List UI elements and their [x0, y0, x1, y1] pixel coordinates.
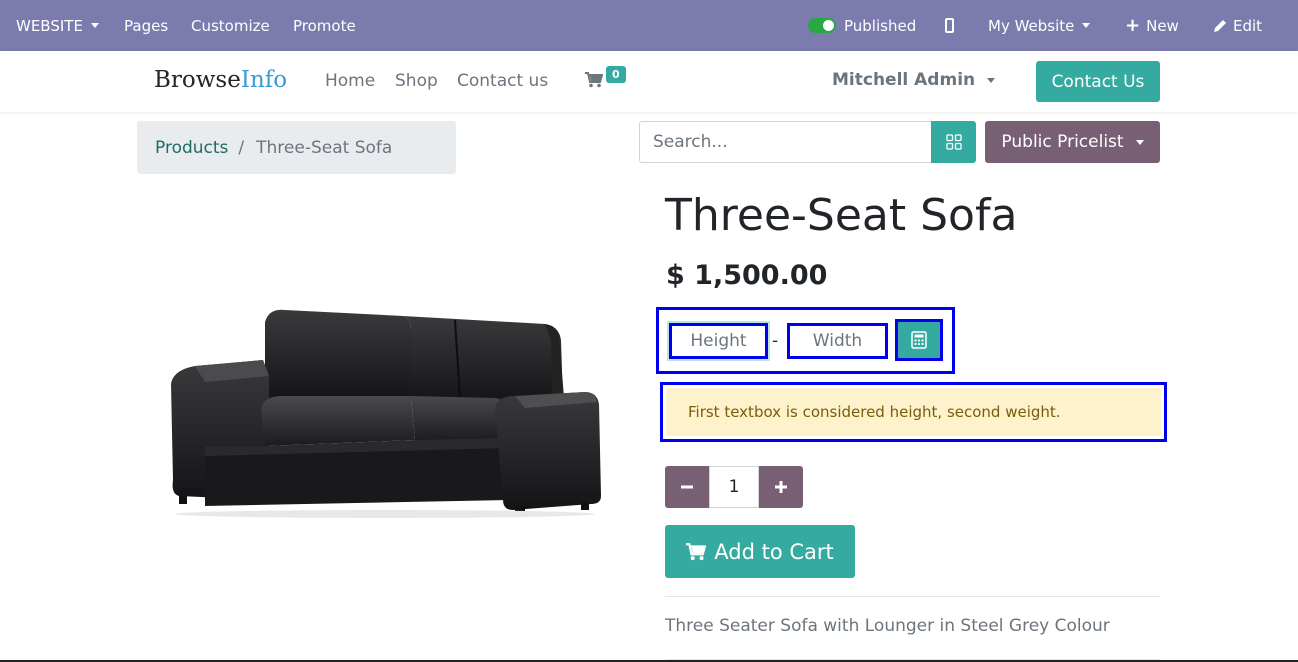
caret-down-icon — [90, 23, 99, 28]
edit-button[interactable]: Edit — [1213, 0, 1262, 51]
pages-menu[interactable]: Pages — [124, 0, 168, 51]
published-toggle[interactable]: Published — [808, 0, 916, 51]
my-website-label: My Website — [988, 16, 1075, 35]
calculate-button[interactable] — [895, 319, 943, 361]
minus-icon — [681, 485, 693, 489]
nav-home[interactable]: Home — [325, 71, 375, 91]
product-title: Three-Seat Sofa — [665, 190, 1018, 241]
product-price: $ 1,500.00 — [666, 260, 828, 291]
new-label: New — [1146, 16, 1179, 35]
add-to-cart-label: Add to Cart — [714, 539, 834, 564]
caret-down-icon — [1082, 23, 1091, 28]
mobile-preview-button[interactable] — [945, 0, 954, 51]
caret-down-icon — [987, 77, 996, 83]
admin-bar: WEBSITE Pages Customize Promote Publishe… — [0, 0, 1298, 51]
pricelist-dropdown[interactable]: Public Pricelist — [985, 121, 1160, 163]
dimension-hint-alert: First textbox is considered height, seco… — [660, 382, 1167, 442]
pricelist-label: Public Pricelist — [1001, 132, 1124, 152]
my-website-menu[interactable]: My Website — [988, 0, 1091, 51]
breadcrumb: Products / Three-Seat Sofa — [137, 121, 456, 174]
nav-shop[interactable]: Shop — [395, 71, 438, 91]
pencil-icon — [1213, 19, 1227, 33]
logo-text-info: Info — [240, 67, 288, 93]
shopping-cart-icon — [585, 72, 603, 88]
plus-icon: + — [1125, 14, 1141, 36]
dimension-hint-text: First textbox is considered height, seco… — [666, 388, 1161, 436]
quantity-decrease-button[interactable] — [665, 466, 709, 508]
published-label: Published — [844, 16, 917, 35]
contact-us-button[interactable]: Contact Us — [1036, 61, 1160, 102]
customize-menu[interactable]: Customize — [191, 0, 270, 51]
user-menu[interactable]: Mitchell Admin — [832, 70, 996, 90]
new-button[interactable]: + New — [1125, 0, 1179, 51]
product-description: Three Seater Sofa with Lounger in Steel … — [665, 616, 1110, 636]
toggle-switch-icon — [808, 18, 836, 33]
calculator-icon — [911, 331, 927, 349]
plus-icon — [775, 481, 787, 493]
add-to-cart-button[interactable]: Add to Cart — [665, 525, 855, 578]
breadcrumb-current: Three-Seat Sofa — [256, 137, 393, 158]
sofa-image — [171, 309, 601, 518]
shopping-cart-icon — [686, 542, 707, 560]
cart-count-badge: 0 — [606, 66, 626, 83]
site-header: BrowseInfo Home Shop Contact us 0 Mitche… — [0, 51, 1298, 112]
quantity-increase-button[interactable] — [759, 466, 803, 508]
quantity-input[interactable]: 1 — [709, 466, 759, 508]
nav-contact-us[interactable]: Contact us — [457, 71, 548, 91]
height-input[interactable]: Height — [667, 321, 770, 361]
breadcrumb-products-link[interactable]: Products — [155, 138, 228, 158]
grid-icon — [945, 134, 962, 150]
width-input[interactable]: Width — [787, 323, 888, 359]
caret-down-icon — [1135, 139, 1144, 145]
website-menu-label: WEBSITE — [16, 16, 83, 35]
edit-label: Edit — [1233, 16, 1263, 35]
product-image — [165, 300, 605, 524]
mobile-phone-icon — [945, 18, 954, 33]
divider — [665, 596, 1160, 597]
search-button[interactable] — [931, 121, 976, 163]
promote-menu[interactable]: Promote — [293, 0, 356, 51]
user-name: Mitchell Admin — [832, 70, 976, 90]
search-input[interactable]: Search... — [639, 121, 932, 163]
website-menu[interactable]: WEBSITE — [16, 0, 99, 51]
breadcrumb-separator: / — [238, 137, 245, 158]
site-logo[interactable]: BrowseInfo — [154, 67, 287, 93]
logo-text-browse: Browse — [154, 67, 241, 93]
cart-link[interactable]: 0 — [585, 66, 626, 88]
dimension-separator: - — [772, 331, 779, 351]
